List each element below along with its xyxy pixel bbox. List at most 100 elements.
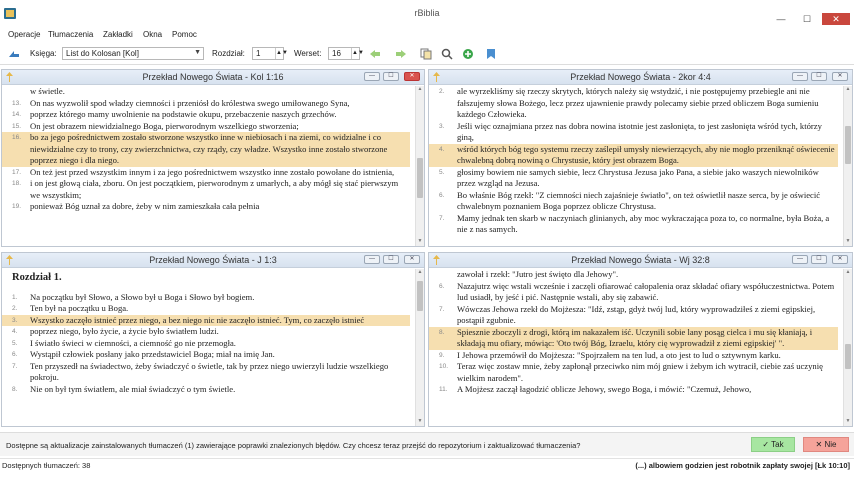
verse-number: 9. bbox=[439, 351, 445, 359]
verse-text: Bo właśnie Bóg rzekł: "Z ciemności niech… bbox=[457, 189, 821, 212]
verse-text: bo za jego pośrednictwem zostało stworzo… bbox=[30, 132, 388, 165]
selected-verse[interactable]: 16. bo za jego pośrednictwem zostało stwo… bbox=[2, 132, 410, 167]
verse[interactable]: 6. Wystąpił człowiek posłany jako przedst… bbox=[12, 349, 410, 361]
menu-pomoc[interactable]: Pomoc bbox=[172, 30, 197, 39]
verse[interactable]: 6. Nazajutrz więc wstali wcześnie i zaczę… bbox=[439, 281, 838, 304]
verse[interactable]: 6. Bo właśnie Bóg rzekł: "Z ciemności nie… bbox=[439, 190, 838, 213]
verse[interactable]: 1. Na początku był Słowo, a Słowo był u B… bbox=[12, 292, 410, 304]
copy-icon[interactable] bbox=[420, 48, 432, 60]
verse-number: 14. bbox=[12, 111, 22, 118]
panel-close-button[interactable]: ✕ bbox=[832, 255, 848, 264]
verse-text: On też jest przed wszystkim innym i za j… bbox=[30, 166, 395, 177]
menu-operacje[interactable]: Operacje bbox=[8, 30, 40, 39]
scrollbar-thumb[interactable] bbox=[845, 344, 851, 369]
verse[interactable]: 5. głosimy bowiem nie samych siebie, lecz… bbox=[439, 167, 838, 190]
panel-close-button[interactable]: ✕ bbox=[404, 72, 420, 81]
panel-close-button[interactable]: ✕ bbox=[404, 255, 420, 264]
panel-minimize-button[interactable]: — bbox=[364, 255, 380, 264]
vertical-scrollbar[interactable]: ▲ ▼ bbox=[415, 86, 424, 246]
search-icon[interactable] bbox=[441, 48, 453, 60]
scrollbar-thumb[interactable] bbox=[417, 281, 423, 311]
verse-number: 4. bbox=[12, 328, 18, 335]
no-button-label: Nie bbox=[824, 440, 837, 449]
verse[interactable]: 9. I Jehowa przemówił do Mojżesza: "Spojr… bbox=[439, 350, 838, 362]
spinner-arrows-icon[interactable]: ▲▼ bbox=[351, 48, 364, 59]
panel-text: zawołał i rzekł: "Jutro jest święto dla … bbox=[429, 269, 842, 426]
navigate-arrow-icon[interactable] bbox=[8, 48, 20, 60]
verse-text: zawołał i rzekł: "Jutro jest święto dla … bbox=[457, 269, 619, 279]
close-window-button[interactable]: ✕ bbox=[822, 13, 850, 25]
verse-number: 10. bbox=[439, 363, 449, 370]
verse[interactable]: 4. poprzez niego, było życie, a życie był… bbox=[12, 326, 410, 338]
vertical-scrollbar[interactable]: ▲ ▼ bbox=[843, 269, 852, 426]
spinner-arrows-icon[interactable]: ▲▼ bbox=[275, 48, 288, 59]
translation-panel-2kor: Przekład Nowego Świata - 2kor 4:4 — ☐ ✕ … bbox=[428, 69, 853, 247]
book-select[interactable]: List do Kolosan [Kol] ▼ bbox=[62, 47, 204, 60]
verse-text: poprzez którego mamy uwolnienie na podst… bbox=[30, 109, 337, 119]
book-label: Księga: bbox=[30, 49, 57, 58]
verse[interactable]: 19. ponieważ Bóg uznał za dobre, żeby w n… bbox=[12, 201, 410, 213]
verse-label: Werset: bbox=[294, 49, 322, 58]
verse-number: 5. bbox=[12, 339, 18, 347]
verse-spinner[interactable]: 16 ▲▼ bbox=[328, 47, 364, 60]
verse[interactable]: 18. i on jest głową ciała, zboru. On jest… bbox=[12, 178, 410, 201]
back-arrow-icon[interactable] bbox=[369, 48, 381, 60]
menu-okna[interactable]: Okna bbox=[143, 30, 162, 39]
verse[interactable]: 17. On też jest przed wszystkim innym i z… bbox=[12, 167, 410, 179]
verse-text: i on jest głową ciała, zboru. On jest po… bbox=[30, 178, 399, 200]
update-notification-bar: Dostępne są aktualizacje zainstalowanych… bbox=[0, 432, 854, 456]
verse-value: 16 bbox=[332, 49, 341, 58]
scrollbar-thumb[interactable] bbox=[845, 126, 851, 164]
verse[interactable]: zawołał i rzekł: "Jutro jest święto dla … bbox=[439, 269, 838, 281]
verse[interactable]: 11. A Mojżesz zaczął łagodzić oblicze Jeh… bbox=[439, 384, 838, 396]
panel-maximize-button[interactable]: ☐ bbox=[383, 72, 399, 81]
menu-tlumaczenia[interactable]: Tłumaczenia bbox=[48, 30, 93, 39]
verse-text: Teraz więc zostaw mnie, żeby zapłonął pr… bbox=[457, 361, 823, 383]
verse[interactable]: 8. Nie on był tym światłem, ale miał świa… bbox=[12, 384, 410, 396]
add-translation-icon[interactable] bbox=[462, 48, 474, 60]
verse-number: 2. bbox=[439, 88, 445, 95]
panel-maximize-button[interactable]: ☐ bbox=[383, 255, 399, 264]
verse[interactable]: 7. Wówczas Jehowa rzekł do Mojżesza: "Idź… bbox=[439, 304, 838, 327]
bookmark-icon[interactable] bbox=[485, 48, 497, 60]
maximize-button[interactable]: ☐ bbox=[796, 13, 818, 25]
vertical-scrollbar[interactable]: ▲ ▼ bbox=[843, 86, 852, 246]
verse[interactable]: 15. On jest obrazem niewidzialnego Boga, … bbox=[12, 121, 410, 133]
verse-number: 6. bbox=[439, 191, 445, 199]
verse-number: 4. bbox=[439, 145, 445, 153]
scrollbar-thumb[interactable] bbox=[417, 158, 423, 198]
selected-verse[interactable]: 4. wśród których bóg tego systemu rzeczy … bbox=[429, 143, 838, 167]
menu-zakladki[interactable]: Zakładki bbox=[103, 30, 133, 39]
yes-button[interactable]: ✓ Tak bbox=[751, 437, 795, 452]
book-select-value: List do Kolosan [Kol] bbox=[66, 49, 139, 58]
verse[interactable]: 13. On nas wyzwolił spod władzy ciemności… bbox=[12, 98, 410, 110]
panel-maximize-button[interactable]: ☐ bbox=[811, 255, 827, 264]
vertical-scrollbar[interactable]: ▲ ▼ bbox=[415, 269, 424, 426]
panel-minimize-button[interactable]: — bbox=[364, 72, 380, 81]
panel-minimize-button[interactable]: — bbox=[792, 72, 808, 81]
verse[interactable]: w świetle. bbox=[12, 86, 410, 98]
verse-number: 3. bbox=[12, 316, 18, 324]
verse[interactable]: 3. Jeśli więc oznajmiana przez nas dobra … bbox=[439, 121, 838, 144]
forward-arrow-icon[interactable] bbox=[395, 48, 407, 60]
verse-text: Mamy jednak ten skarb w naczyniach glini… bbox=[457, 212, 830, 235]
verse[interactable]: 5. I światło świeci w ciemności, a ciemno… bbox=[12, 338, 410, 350]
verse[interactable]: 10. Teraz więc zostaw mnie, żeby zapłonął… bbox=[439, 361, 838, 384]
verse[interactable]: 14. poprzez którego mamy uwolnienie na po… bbox=[12, 109, 410, 121]
verse[interactable]: 2. ale wyrzekliśmy się rzeczy skrytych, k… bbox=[439, 86, 838, 121]
chapter-spinner[interactable]: 1 ▲▼ bbox=[252, 47, 288, 60]
window-title: rBiblia bbox=[414, 8, 440, 18]
no-button[interactable]: ✕ Nie bbox=[803, 437, 849, 452]
verse[interactable]: 7. Ten przyszedł na świadectwo, żeby świa… bbox=[12, 361, 410, 384]
verse-number: 7. bbox=[439, 214, 445, 222]
panel-close-button[interactable]: ✕ bbox=[832, 72, 848, 81]
verse-number: 8. bbox=[12, 385, 18, 393]
verse[interactable]: 2. Ten był na początku u Boga. bbox=[12, 303, 410, 315]
selected-verse[interactable]: 8. Spiesznie zboczyli z drogi, którą im n… bbox=[429, 326, 838, 350]
minimize-button[interactable]: — bbox=[770, 13, 792, 25]
panel-minimize-button[interactable]: — bbox=[792, 255, 808, 264]
selected-verse[interactable]: 3. Wszystko zaczęło istnieć przez niego, … bbox=[2, 314, 410, 326]
verse[interactable]: 7. Mamy jednak ten skarb w naczyniach gli… bbox=[439, 213, 838, 236]
verse-text: Spiesznie zboczyli z drogi, którą im nak… bbox=[457, 326, 813, 349]
panel-maximize-button[interactable]: ☐ bbox=[811, 72, 827, 81]
